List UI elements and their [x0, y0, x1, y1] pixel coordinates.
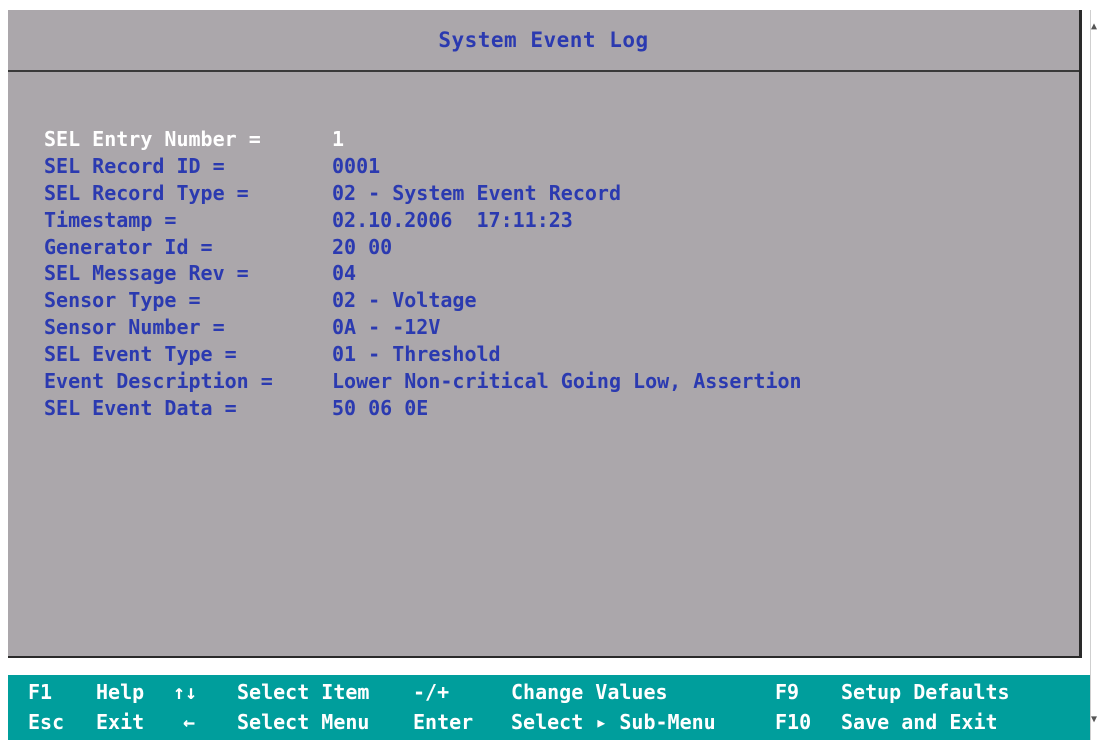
- change-values-desc: Change Values: [511, 680, 668, 704]
- field-value: 02 - Voltage: [332, 288, 477, 313]
- field-label: Sensor Type =: [44, 288, 201, 313]
- field-row-sel-record-id: SEL Record ID = 0001: [44, 154, 944, 181]
- window-scrollbar[interactable]: [1090, 10, 1097, 740]
- bios-screen: System Event Log SEL Entry Number = 1 SE…: [0, 0, 1097, 740]
- minus-plus-key-label: -/+: [413, 680, 450, 704]
- field-row-sel-event-data: SEL Event Data = 50 06 0E: [44, 396, 944, 423]
- field-value: 02.10.2006 17:11:23: [332, 207, 573, 232]
- field-label: SEL Record ID =: [44, 153, 225, 178]
- field-label: SEL Entry Number =: [44, 127, 261, 151]
- esc-key-label: Esc: [28, 710, 65, 734]
- select-item-desc: Select Item: [237, 680, 370, 704]
- field-row-sensor-number: Sensor Number = 0A - -12V: [44, 315, 944, 342]
- f10-key-label: F10: [775, 710, 812, 734]
- field-row-sensor-type: Sensor Type = 02 - Voltage: [44, 288, 944, 315]
- f9-key-label: F9: [775, 680, 800, 704]
- header-bar: System Event Log: [8, 10, 1079, 72]
- help-desc: Help: [96, 680, 145, 704]
- key-help-bar: F1 Help ↑↓ Select Item -/+ Change Values…: [8, 675, 1090, 740]
- field-label: Sensor Number =: [44, 315, 225, 340]
- setup-defaults-desc: Setup Defaults: [841, 680, 1010, 704]
- field-row-sel-message-rev: SEL Message Rev = 04: [44, 261, 944, 288]
- enter-key-label: Enter: [413, 710, 474, 734]
- field-label: SEL Event Type =: [44, 342, 237, 367]
- field-value: 20 00: [332, 234, 393, 259]
- field-value: 0A - -12V: [332, 315, 441, 340]
- field-row-sel-event-type: SEL Event Type = 01 - Threshold: [44, 342, 944, 369]
- field-row-event-description: Event Description = Lower Non-critical G…: [44, 369, 944, 396]
- left-arrow-icon: ←: [183, 710, 196, 734]
- save-and-exit-desc: Save and Exit: [841, 710, 998, 734]
- scroll-up-icon[interactable]: ▲: [1091, 22, 1097, 32]
- field-row-generator-id: Generator Id = 20 00: [44, 235, 944, 262]
- field-label: Event Description =: [44, 369, 273, 394]
- field-row-timestamp: Timestamp = 02.10.2006 17:11:23: [44, 208, 944, 235]
- field-row-sel-entry-number[interactable]: SEL Entry Number = 1: [44, 127, 944, 154]
- field-label: SEL Event Data =: [44, 395, 237, 420]
- field-label: Timestamp =: [44, 207, 177, 232]
- field-label: Generator Id =: [44, 234, 213, 259]
- select-menu-desc: Select Menu: [237, 710, 370, 734]
- system-event-log-panel: System Event Log SEL Entry Number = 1 SE…: [8, 10, 1082, 658]
- up-down-arrows-icon: ↑↓: [173, 680, 198, 704]
- field-value: 1: [332, 127, 345, 151]
- sel-entry-fields: SEL Entry Number = 1 SEL Record ID = 000…: [44, 127, 944, 423]
- field-value: Lower Non-critical Going Low, Assertion: [332, 369, 802, 394]
- field-value: 02 - System Event Record: [332, 180, 621, 205]
- select-submenu-desc: Select ▸ Sub-Menu: [511, 710, 716, 734]
- page-title: System Event Log: [438, 28, 649, 52]
- field-label: SEL Message Rev =: [44, 261, 249, 286]
- field-value: 50 06 0E: [332, 395, 429, 420]
- exit-desc: Exit: [96, 710, 145, 734]
- field-value: 0001: [332, 153, 381, 178]
- field-label: SEL Record Type =: [44, 180, 249, 205]
- top-strip: [0, 0, 1097, 10]
- field-value: 04: [332, 261, 357, 286]
- f1-key-label: F1: [28, 680, 53, 704]
- field-row-sel-record-type: SEL Record Type = 02 - System Event Reco…: [44, 181, 944, 208]
- scroll-down-icon[interactable]: ▼: [1091, 715, 1097, 725]
- field-value: 01 - Threshold: [332, 342, 501, 367]
